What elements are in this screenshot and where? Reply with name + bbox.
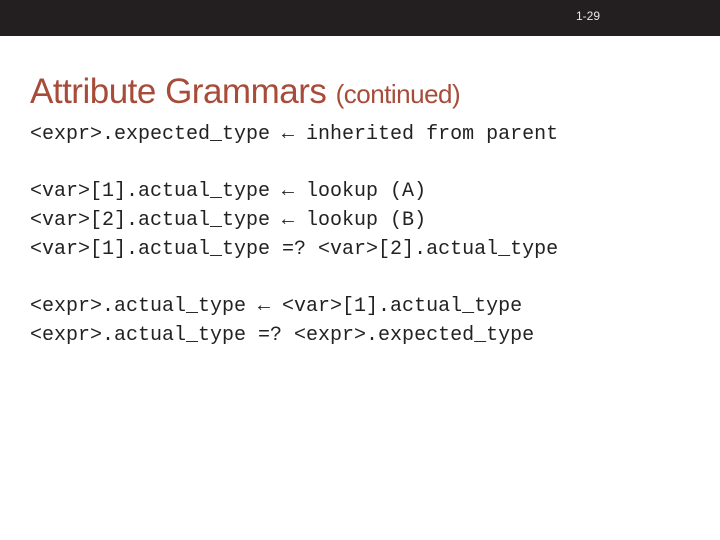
code-line-4: <var>[1].actual_type =? <var>[2].actual_…: [30, 235, 690, 264]
slide-content: Attribute Grammars (continued) <expr>.ex…: [0, 36, 720, 350]
title-sub: (continued): [336, 79, 461, 109]
code-line-1: <expr>.expected_type ← inherited from pa…: [30, 120, 690, 149]
slide-title: Attribute Grammars (continued): [30, 72, 690, 112]
page-number: 1-29: [576, 9, 600, 23]
code-line-2: <var>[1].actual_type ← lookup (A): [30, 177, 690, 206]
code-line-3: <var>[2].actual_type ← lookup (B): [30, 206, 690, 235]
code-line-6: <expr>.actual_type =? <expr>.expected_ty…: [30, 321, 690, 350]
title-main: Attribute Grammars: [30, 72, 326, 111]
code-block: <expr>.expected_type ← inherited from pa…: [30, 120, 690, 350]
header-bar: 1-29: [0, 0, 720, 36]
code-line-5: <expr>.actual_type ← <var>[1].actual_typ…: [30, 292, 690, 321]
